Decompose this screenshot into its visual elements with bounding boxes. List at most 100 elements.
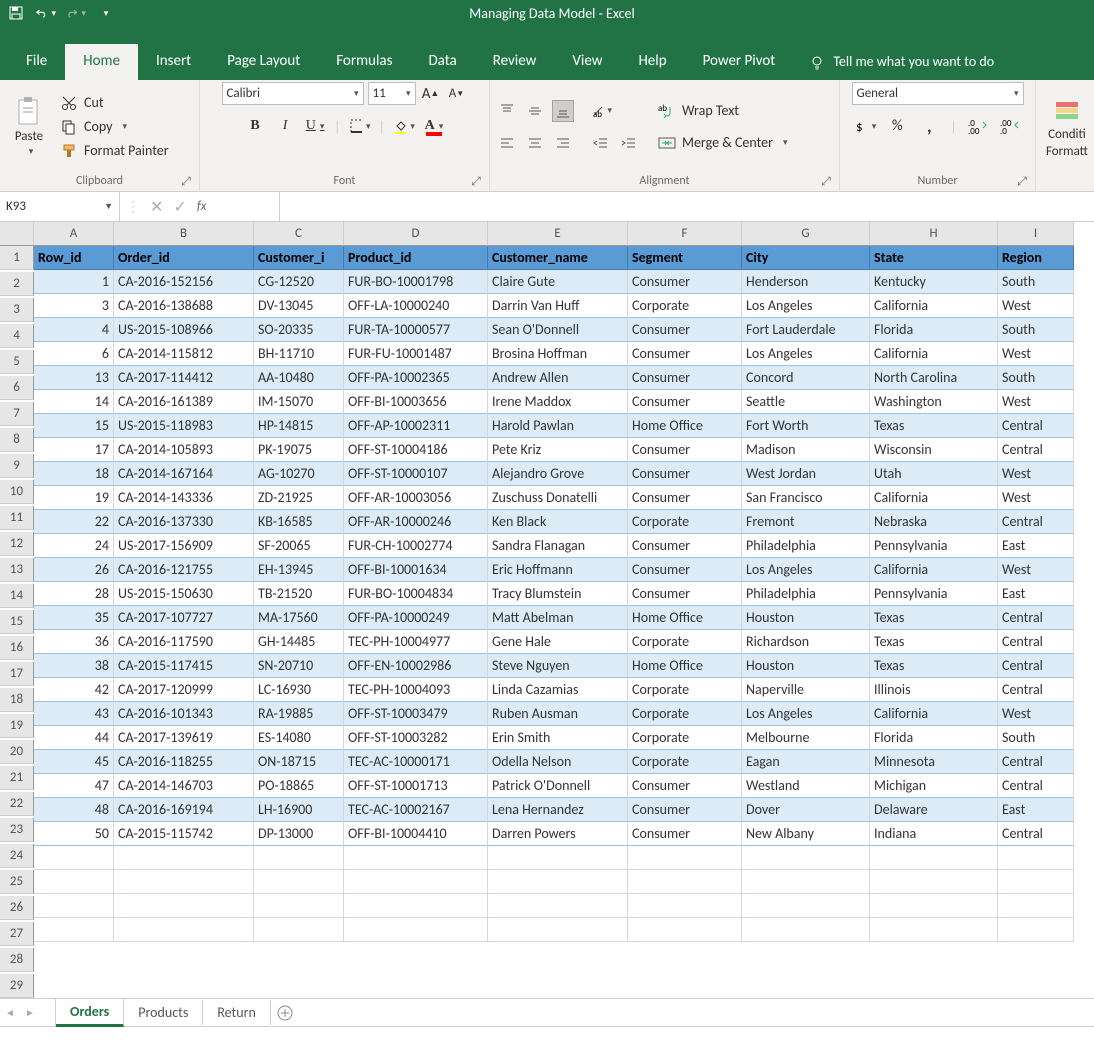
cell[interactable]: US-2015-108966 — [114, 318, 254, 342]
cell[interactable]: CA-2017-120999 — [114, 678, 254, 702]
cell[interactable]: Central — [998, 414, 1074, 438]
align-bottom-icon[interactable] — [552, 100, 574, 122]
percent-format-icon[interactable]: % — [886, 115, 908, 137]
cell[interactable] — [34, 918, 114, 942]
cell[interactable]: PK-19075 — [254, 438, 344, 462]
row-header[interactable]: 19 — [0, 714, 34, 738]
cell[interactable]: Matt Abelman — [488, 606, 628, 630]
cell[interactable] — [254, 846, 344, 870]
cell[interactable]: Sean O'Donnell — [488, 318, 628, 342]
cell[interactable] — [870, 894, 998, 918]
cell[interactable]: US-2015-150630 — [114, 582, 254, 606]
cell[interactable]: Central — [998, 510, 1074, 534]
cell[interactable]: ES-14080 — [254, 726, 344, 750]
cell[interactable] — [870, 870, 998, 894]
col-header-E[interactable]: E — [488, 222, 628, 246]
align-right-icon[interactable] — [552, 132, 574, 154]
cell[interactable]: Fort Worth — [742, 414, 870, 438]
underline-button[interactable]: U▾ — [304, 115, 326, 137]
cell[interactable]: Central — [998, 678, 1074, 702]
cell[interactable]: Dover — [742, 798, 870, 822]
row-header[interactable]: 8 — [0, 428, 34, 452]
cell[interactable]: Consumer — [628, 534, 742, 558]
cell[interactable]: 28 — [34, 582, 114, 606]
cell[interactable]: East — [998, 534, 1074, 558]
cell[interactable] — [34, 846, 114, 870]
tab-view[interactable]: View — [554, 44, 620, 80]
tab-page-layout[interactable]: Page Layout — [209, 44, 318, 80]
cell[interactable]: FUR-FU-10001487 — [344, 342, 488, 366]
cell[interactable] — [488, 870, 628, 894]
tab-help[interactable]: Help — [620, 44, 684, 80]
cell[interactable] — [254, 870, 344, 894]
cell[interactable]: Alejandro Grove — [488, 462, 628, 486]
cell[interactable]: TEC-AC-10000171 — [344, 750, 488, 774]
cell[interactable]: PO-18865 — [254, 774, 344, 798]
wrap-text-button[interactable]: ab Wrap Text — [654, 100, 792, 122]
cell[interactable]: 44 — [34, 726, 114, 750]
cell[interactable]: CA-2017-107727 — [114, 606, 254, 630]
cell[interactable]: Consumer — [628, 366, 742, 390]
cell[interactable]: State — [870, 246, 998, 270]
cell[interactable]: ON-18715 — [254, 750, 344, 774]
cell[interactable]: Philadelphia — [742, 582, 870, 606]
cell[interactable]: Pennsylvania — [870, 582, 998, 606]
cell[interactable]: Customer_name — [488, 246, 628, 270]
cell[interactable]: 6 — [34, 342, 114, 366]
cell[interactable]: Seattle — [742, 390, 870, 414]
cell[interactable] — [628, 870, 742, 894]
cell[interactable]: Order_id — [114, 246, 254, 270]
row-header[interactable]: 12 — [0, 532, 34, 556]
col-header-A[interactable]: A — [34, 222, 114, 246]
cell[interactable]: CA-2016-169194 — [114, 798, 254, 822]
cell[interactable]: TEC-AC-10002167 — [344, 798, 488, 822]
cell[interactable] — [254, 918, 344, 942]
cell[interactable]: 47 — [34, 774, 114, 798]
col-header-C[interactable]: C — [254, 222, 344, 246]
cell[interactable]: Consumer — [628, 318, 742, 342]
cell[interactable]: Central — [998, 822, 1074, 846]
row-header[interactable]: 5 — [0, 350, 34, 374]
cell[interactable]: South — [998, 726, 1074, 750]
cell[interactable]: Delaware — [870, 798, 998, 822]
row-header[interactable]: 11 — [0, 506, 34, 530]
cell[interactable]: Consumer — [628, 486, 742, 510]
formula-input[interactable] — [280, 192, 1094, 221]
cell[interactable]: Kentucky — [870, 270, 998, 294]
font-color-button[interactable]: A▾ — [423, 115, 445, 137]
cell[interactable]: Tracy Blumstein — [488, 582, 628, 606]
cell[interactable]: New Albany — [742, 822, 870, 846]
cell[interactable]: OFF-ST-10004186 — [344, 438, 488, 462]
cell[interactable]: Zuschuss Donatelli — [488, 486, 628, 510]
cell[interactable]: Corporate — [628, 294, 742, 318]
cell[interactable]: Florida — [870, 726, 998, 750]
cell[interactable] — [344, 846, 488, 870]
cell[interactable]: Erin Smith — [488, 726, 628, 750]
cell[interactable]: FUR-BO-10004834 — [344, 582, 488, 606]
cell[interactable]: CA-2016-101343 — [114, 702, 254, 726]
col-header-G[interactable]: G — [742, 222, 870, 246]
row-header[interactable]: 3 — [0, 298, 34, 322]
cell[interactable]: OFF-ST-10003479 — [344, 702, 488, 726]
cell[interactable]: CA-2016-117590 — [114, 630, 254, 654]
cell[interactable]: Madison — [742, 438, 870, 462]
cell[interactable]: SO-20335 — [254, 318, 344, 342]
cell[interactable] — [870, 846, 998, 870]
cell[interactable] — [742, 846, 870, 870]
cell[interactable]: LH-16900 — [254, 798, 344, 822]
cell[interactable]: Customer_i — [254, 246, 344, 270]
conditional-formatting-button[interactable]: Conditi Formatt — [1042, 87, 1092, 167]
cell[interactable]: CA-2015-117415 — [114, 654, 254, 678]
cell[interactable]: OFF-AR-10000246 — [344, 510, 488, 534]
cell[interactable] — [870, 918, 998, 942]
sheet-tab-orders[interactable]: Orders — [56, 999, 124, 1027]
cell[interactable]: MA-17560 — [254, 606, 344, 630]
cell[interactable]: Consumer — [628, 822, 742, 846]
cell[interactable] — [488, 918, 628, 942]
decrease-font-icon[interactable]: A▼ — [446, 83, 468, 105]
cell[interactable]: AG-10270 — [254, 462, 344, 486]
cell[interactable]: Henderson — [742, 270, 870, 294]
orientation-icon[interactable]: ab▾ — [590, 100, 612, 122]
cell[interactable] — [344, 870, 488, 894]
row-header[interactable]: 18 — [0, 688, 34, 712]
